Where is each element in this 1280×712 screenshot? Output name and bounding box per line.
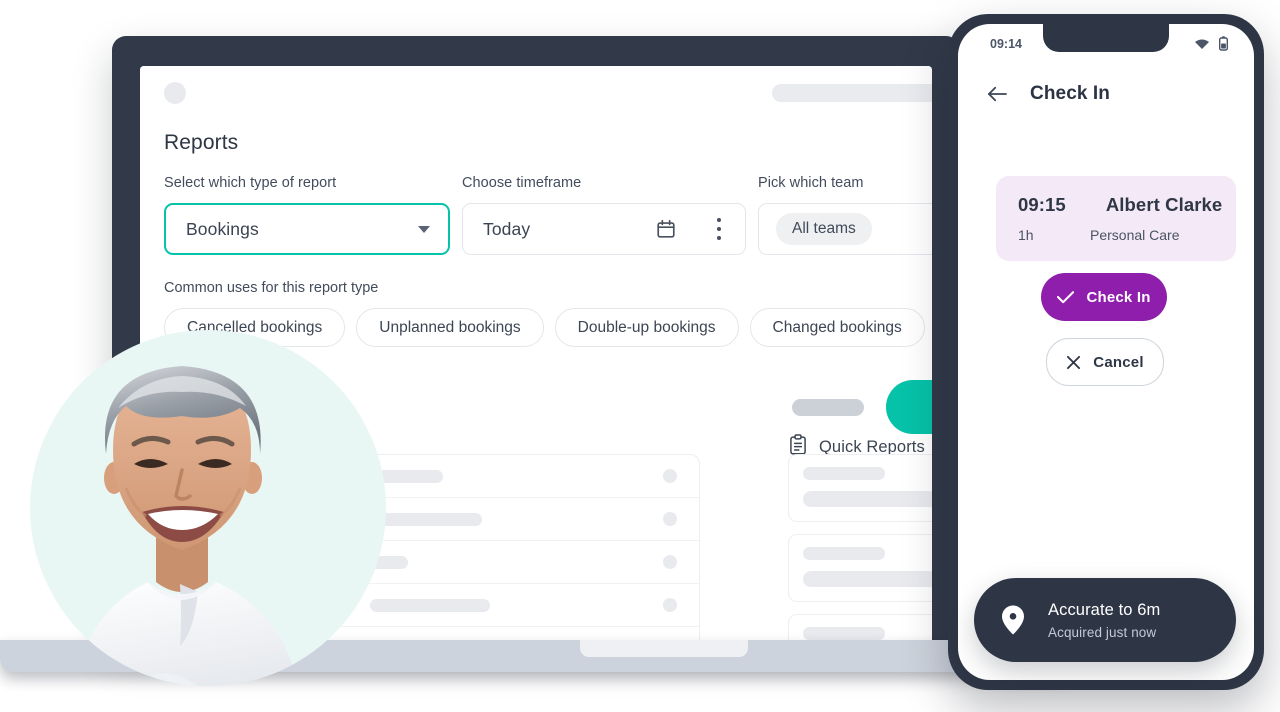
composite-scene: Reports Select which type of report Book… bbox=[0, 0, 1280, 712]
portrait-photo bbox=[30, 330, 386, 686]
list-item[interactable] bbox=[788, 534, 932, 602]
phone-screen-title: Check In bbox=[1030, 83, 1110, 104]
battery-icon bbox=[1218, 36, 1228, 56]
location-accuracy-toast: Accurate to 6m Acquired just now bbox=[974, 578, 1236, 662]
team-value-chip: All teams bbox=[776, 213, 872, 245]
toast-text: Accurate to 6m Acquired just now bbox=[1048, 601, 1160, 640]
check-in-button-label: Check In bbox=[1086, 288, 1151, 306]
team-select[interactable]: All teams bbox=[758, 203, 932, 255]
timeframe-select[interactable]: Today bbox=[462, 203, 746, 255]
phone-notch bbox=[1043, 24, 1169, 52]
field-label-report-type: Select which type of report bbox=[164, 175, 337, 191]
field-label-timeframe: Choose timeframe bbox=[462, 175, 582, 191]
run-report-button[interactable] bbox=[886, 380, 932, 434]
wifi-icon bbox=[1194, 37, 1210, 55]
chip-changed-bookings[interactable]: Changed bookings bbox=[749, 308, 925, 347]
chip-double-up-bookings[interactable]: Double-up bookings bbox=[554, 308, 739, 347]
appointment-secondary-row: 1h Personal Care bbox=[996, 227, 1236, 243]
window-dot-icon bbox=[164, 82, 186, 104]
laptop-base-notch bbox=[580, 640, 748, 657]
appointment-time: 09:15 bbox=[1018, 194, 1066, 215]
field-timeframe: Choose timeframe Today bbox=[462, 174, 746, 255]
status-time: 09:14 bbox=[990, 37, 1022, 51]
back-arrow-icon[interactable] bbox=[986, 85, 1008, 103]
timeframe-value: Today bbox=[483, 218, 531, 239]
cancel-button[interactable]: Cancel bbox=[1046, 338, 1164, 386]
more-options-icon[interactable] bbox=[717, 218, 721, 240]
list-item[interactable] bbox=[788, 614, 932, 640]
address-bar-placeholder[interactable] bbox=[772, 84, 932, 102]
page-title: Reports bbox=[164, 131, 239, 154]
report-actions bbox=[792, 380, 932, 434]
check-in-button[interactable]: Check In bbox=[1041, 273, 1167, 321]
appointment-card[interactable]: 09:15 Albert Clarke 1h Personal Care bbox=[996, 176, 1236, 261]
appointment-client-name: Albert Clarke bbox=[1105, 194, 1223, 215]
list-item[interactable] bbox=[788, 454, 932, 522]
cancel-button-label: Cancel bbox=[1093, 353, 1144, 371]
phone-header: Check In bbox=[958, 70, 1254, 118]
appointment-primary-row: 09:15 Albert Clarke bbox=[996, 194, 1236, 216]
chevron-down-icon bbox=[418, 226, 430, 233]
toast-title: Accurate to 6m bbox=[1048, 600, 1161, 619]
filter-fields: Select which type of report Bookings Cho… bbox=[164, 174, 932, 270]
common-uses-label: Common uses for this report type bbox=[164, 280, 379, 296]
location-pin-icon bbox=[1000, 604, 1026, 636]
calendar-icon[interactable] bbox=[655, 218, 677, 245]
browser-toolbar bbox=[140, 66, 932, 119]
appointment-duration: 1h bbox=[1018, 227, 1034, 243]
toast-subtitle: Acquired just now bbox=[1048, 624, 1157, 640]
report-type-value: Bookings bbox=[186, 218, 259, 239]
secondary-action-button[interactable] bbox=[792, 398, 864, 416]
portrait-image bbox=[30, 330, 386, 686]
status-icons bbox=[1194, 36, 1228, 56]
appointment-service: Personal Care bbox=[1090, 227, 1180, 243]
report-type-select[interactable]: Bookings bbox=[164, 203, 450, 255]
close-icon bbox=[1066, 355, 1081, 370]
field-label-team: Pick which team bbox=[758, 175, 864, 191]
field-team: Pick which team All teams bbox=[758, 174, 932, 255]
quick-reports-skeleton-list bbox=[788, 454, 932, 640]
check-icon bbox=[1057, 290, 1075, 304]
field-report-type: Select which type of report Bookings bbox=[164, 174, 450, 255]
